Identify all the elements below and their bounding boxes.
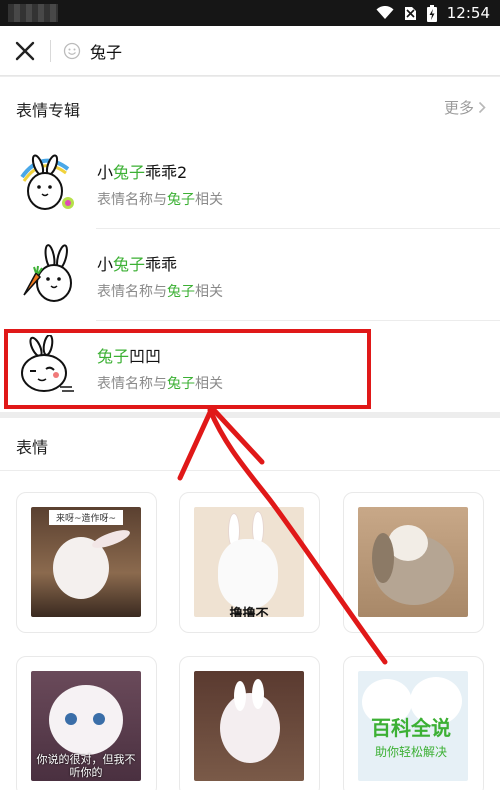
no-sim-icon xyxy=(404,7,416,20)
status-time: 12:54 xyxy=(446,4,490,22)
section-title-albums: 表情专辑 xyxy=(16,101,81,120)
sticker-item[interactable] xyxy=(179,656,320,790)
album-subtitle: 表情名称与兔子相关 xyxy=(97,284,223,300)
section-title-stickers: 表情 xyxy=(16,438,49,457)
sticker-image: 你说的很对，但我不听你的 xyxy=(31,671,141,781)
rabbit-with-rainbow-thumbnail xyxy=(20,154,74,210)
sticker-item[interactable]: 撸撸不 xyxy=(179,492,320,633)
album-name: 小兔子乖乖2 xyxy=(97,163,188,182)
watermark-title: 百科全说 xyxy=(371,716,451,740)
sticker-image: 撸撸不 xyxy=(194,507,304,617)
emoji-icon xyxy=(63,42,81,60)
more-label: 更多 xyxy=(443,99,474,117)
watermark-logo: 百科全说 助你轻松解决 xyxy=(355,712,467,760)
watermark-subtitle: 助你轻松解决 xyxy=(374,745,447,759)
album-name: 小兔子乖乖 xyxy=(97,255,178,274)
section-divider xyxy=(0,470,500,471)
more-albums-link[interactable]: 更多 xyxy=(444,97,486,118)
divider xyxy=(50,40,51,62)
sticker-caption: 你说的很对，但我不听你的 xyxy=(36,753,136,779)
album-item[interactable]: 小兔子乖乖 表情名称与兔子相关 xyxy=(0,229,500,321)
search-input[interactable]: 兔子 xyxy=(90,39,122,63)
wifi-icon xyxy=(376,6,394,19)
sticker-caption: 撸撸不 xyxy=(229,607,269,617)
blurred-notification-icons xyxy=(8,4,58,22)
rabbit-with-carrot-thumbnail xyxy=(23,244,72,302)
sticker-item[interactable]: 来呀~造作呀~ xyxy=(16,492,157,633)
album-item[interactable]: 小兔子乖乖2 表情名称与兔子相关 xyxy=(0,137,500,229)
sticker-image xyxy=(358,507,468,617)
search-bar: 兔子 xyxy=(0,26,500,76)
battery-charging-icon xyxy=(426,4,437,22)
close-icon[interactable] xyxy=(12,38,38,64)
sticker-item[interactable] xyxy=(343,492,484,633)
annotation-highlight-box xyxy=(4,329,371,409)
chevron-right-icon xyxy=(478,101,486,114)
sticker-item[interactable]: 你说的很对，但我不听你的 xyxy=(16,656,157,790)
status-bar: 12:54 xyxy=(0,0,500,26)
sticker-caption: 来呀~造作呀~ xyxy=(49,510,123,525)
album-subtitle: 表情名称与兔子相关 xyxy=(97,192,223,208)
sticker-image: 来呀~造作呀~ xyxy=(31,507,141,617)
sticker-image xyxy=(194,671,304,781)
